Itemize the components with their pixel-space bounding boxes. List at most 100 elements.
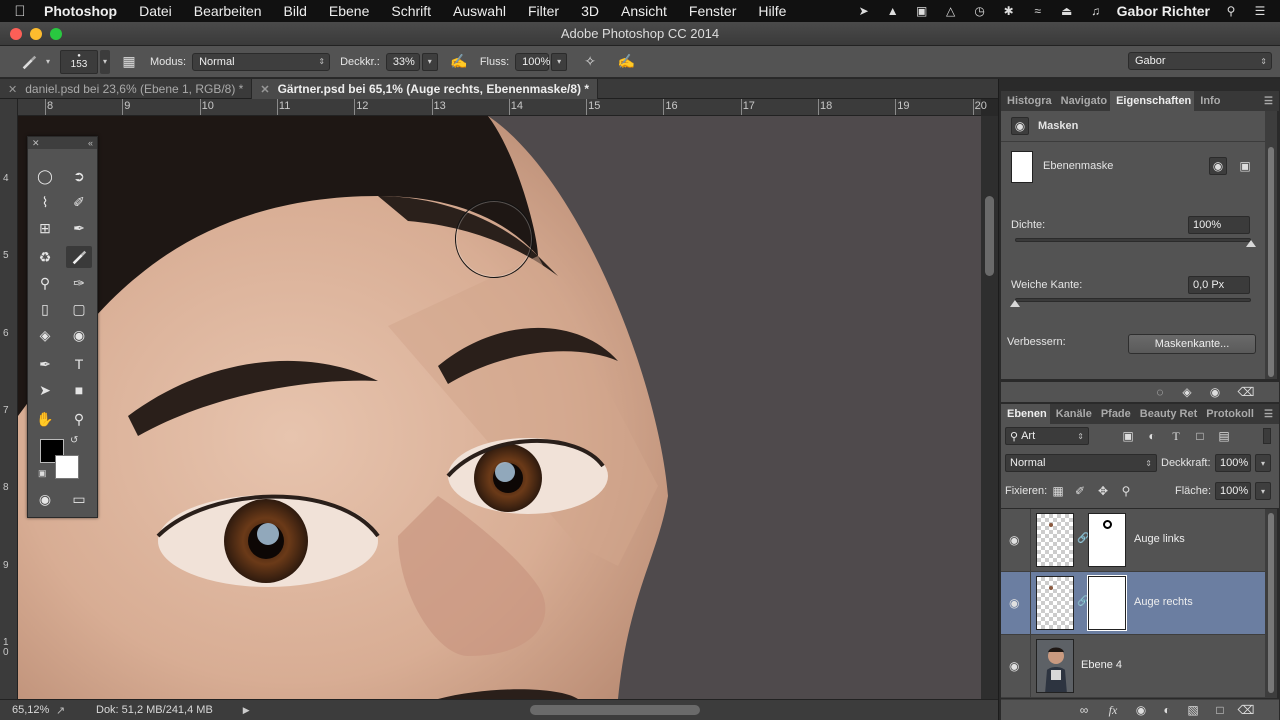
menu-bild[interactable]: Bild	[273, 3, 318, 19]
close-panel-icon[interactable]: ✕	[32, 138, 40, 149]
minimize-window-button[interactable]	[30, 28, 42, 40]
tab-paths[interactable]: Pfade	[1095, 404, 1134, 424]
menu-app[interactable]: Photoshop	[40, 3, 128, 19]
layer-thumbnail[interactable]	[1036, 576, 1074, 630]
default-colors-icon[interactable]: ▣	[38, 468, 47, 479]
airbrush-icon[interactable]: ✧	[579, 51, 601, 73]
layer-style-fx-icon[interactable]: fx	[1104, 701, 1122, 719]
new-group-icon[interactable]: ▧	[1184, 701, 1202, 719]
lock-transparency-icon[interactable]: ▦	[1049, 482, 1067, 500]
menu-ansicht[interactable]: Ansicht	[610, 3, 678, 19]
quick-selection-tool-icon[interactable]: ✐	[66, 191, 92, 213]
quick-mask-icon[interactable]: ◉	[32, 488, 58, 510]
layer-row[interactable]: ◉ 🔗 Auge links	[1001, 509, 1265, 572]
filter-type-layers-icon[interactable]: T	[1167, 427, 1185, 445]
eject-icon[interactable]: ⏏	[1059, 4, 1075, 18]
brush-panel-icon[interactable]: ▦	[118, 51, 140, 73]
menu-fenster[interactable]: Fenster	[678, 3, 747, 19]
menu-hilfe[interactable]: Hilfe	[747, 3, 797, 19]
zoom-tool-icon[interactable]: ⚲	[66, 408, 92, 430]
clone-stamp-tool-icon[interactable]: ⚲	[32, 272, 58, 294]
filter-pixel-layers-icon[interactable]: ▣	[1119, 427, 1137, 445]
history-brush-tool-icon[interactable]: ✑	[66, 272, 92, 294]
tab-properties[interactable]: Eigenschaften	[1110, 91, 1195, 111]
type-tool-icon[interactable]: T	[66, 353, 92, 375]
layer-opacity-arrow-icon[interactable]: ▾	[1255, 454, 1271, 472]
camera-icon[interactable]: ▣	[914, 4, 930, 18]
airplay-icon[interactable]: △	[943, 4, 959, 18]
opacity-field[interactable]: 33%	[385, 52, 420, 71]
delete-mask-icon[interactable]: ⌫	[1237, 383, 1255, 401]
brush-tool-preset-icon[interactable]	[18, 51, 40, 73]
tab-daniel[interactable]: ✕ daniel.psd bei 23,6% (Ebene 1, RGB/8) …	[0, 79, 253, 99]
menu-3d[interactable]: 3D	[570, 3, 610, 19]
pressure-opacity-icon[interactable]: ✍	[448, 51, 470, 73]
menu-bearbeiten[interactable]: Bearbeiten	[183, 3, 273, 19]
dodge-tool-icon[interactable]: ◉	[66, 324, 92, 346]
apple-menu-icon[interactable]: 	[0, 3, 40, 20]
crop-tool-icon[interactable]: ⊞	[32, 217, 58, 239]
swap-colors-icon[interactable]: ↺	[70, 435, 78, 446]
add-vector-mask-icon[interactable]: ▣	[1236, 157, 1254, 175]
bluetooth-icon[interactable]: ✱	[1001, 4, 1017, 18]
tab-beauty-retouch[interactable]: Beauty Ret	[1134, 404, 1200, 424]
pressure-size-icon[interactable]: ✍	[615, 51, 637, 73]
visibility-eye-icon[interactable]: ◉	[1009, 596, 1025, 610]
tab-gaertner[interactable]: ✕ Gärtner.psd bei 65,1% (Auge rechts, Eb…	[252, 79, 599, 99]
visibility-eye-icon[interactable]: ◉	[1009, 659, 1025, 673]
collapse-panel-icon[interactable]: «	[88, 138, 93, 148]
brush-size-picker[interactable]: ● 153	[60, 49, 98, 74]
layer-name[interactable]: Ebene 4	[1081, 659, 1122, 671]
new-layer-icon[interactable]: □	[1211, 701, 1229, 719]
layers-scrollbar[interactable]	[1265, 509, 1277, 698]
layer-filter-dropdown[interactable]: ⚲ Art ⇕	[1005, 427, 1089, 445]
layer-thumbnail[interactable]	[1036, 639, 1074, 693]
layer-mask-thumbnail[interactable]	[1088, 513, 1126, 567]
density-field[interactable]: 100%	[1188, 216, 1250, 234]
mode-dropdown[interactable]: Normal ⇕	[192, 52, 331, 71]
blend-mode-dropdown[interactable]: Normal ⇕	[1005, 454, 1157, 472]
blur-tool-icon[interactable]: ◈	[32, 324, 58, 346]
zoom-window-button[interactable]	[50, 28, 62, 40]
close-tab-icon[interactable]: ✕	[260, 83, 269, 96]
lock-all-icon[interactable]: ⚲	[1117, 482, 1135, 500]
opacity-dropdown-arrow-icon[interactable]: ▾	[421, 52, 438, 71]
layer-mask-thumbnail[interactable]	[1087, 575, 1127, 631]
hat-icon[interactable]: ▲	[885, 4, 901, 18]
lock-image-pixels-icon[interactable]: ✐	[1071, 482, 1089, 500]
visibility-eye-icon[interactable]: ◉	[1206, 383, 1224, 401]
link-layers-icon[interactable]: ∞	[1075, 701, 1093, 719]
density-slider[interactable]	[1015, 238, 1251, 242]
elliptical-marquee-tool-icon[interactable]: ◯	[32, 165, 58, 187]
healing-brush-tool-icon[interactable]: ♻	[32, 246, 58, 268]
select-pixel-mask-icon[interactable]: ◉	[1209, 157, 1227, 175]
brush-size-arrow-icon[interactable]: ▾	[100, 49, 110, 74]
tab-navigator[interactable]: Navigato	[1055, 91, 1110, 111]
layer-row[interactable]: ◉ Ebene 4	[1001, 635, 1265, 698]
menu-filter[interactable]: Filter	[517, 3, 570, 19]
menu-datei[interactable]: Datei	[128, 3, 183, 19]
rectangle-tool-icon[interactable]: ■	[66, 379, 92, 401]
layer-thumbnail[interactable]	[1036, 513, 1074, 567]
scroll-thumb[interactable]	[985, 196, 994, 276]
tab-history[interactable]: Protokoll	[1200, 404, 1257, 424]
visibility-eye-icon[interactable]: ◉	[1009, 533, 1025, 547]
add-mask-icon[interactable]: ◉	[1132, 701, 1150, 719]
bird-icon[interactable]: ➤	[856, 4, 872, 18]
load-selection-icon[interactable]: ◌	[1151, 383, 1169, 401]
panel-menu-icon[interactable]: ☰	[1264, 409, 1279, 420]
scroll-thumb[interactable]	[1268, 147, 1274, 377]
mask-link-icon[interactable]: 🔗	[1077, 533, 1089, 545]
tab-histogram[interactable]: Histogra	[1001, 91, 1055, 111]
notification-list-icon[interactable]: ☰	[1252, 4, 1268, 18]
mask-link-icon[interactable]: 🔗	[1077, 596, 1089, 608]
status-menu-arrow-icon[interactable]: ▶	[243, 705, 250, 716]
path-selection-tool-icon[interactable]: ➤	[32, 379, 58, 401]
tab-layers[interactable]: Ebenen	[1001, 404, 1050, 424]
mask-edge-button[interactable]: Maskenkante...	[1128, 334, 1256, 354]
canvas-horizontal-scroll-thumb[interactable]	[530, 705, 700, 715]
eyedropper-tool-icon[interactable]: ✒	[66, 217, 92, 239]
adjustment-layer-icon[interactable]: ◐	[1158, 701, 1176, 719]
panel-menu-icon[interactable]: ☰	[1264, 96, 1279, 107]
zoom-level[interactable]: 65,12%	[0, 704, 49, 716]
